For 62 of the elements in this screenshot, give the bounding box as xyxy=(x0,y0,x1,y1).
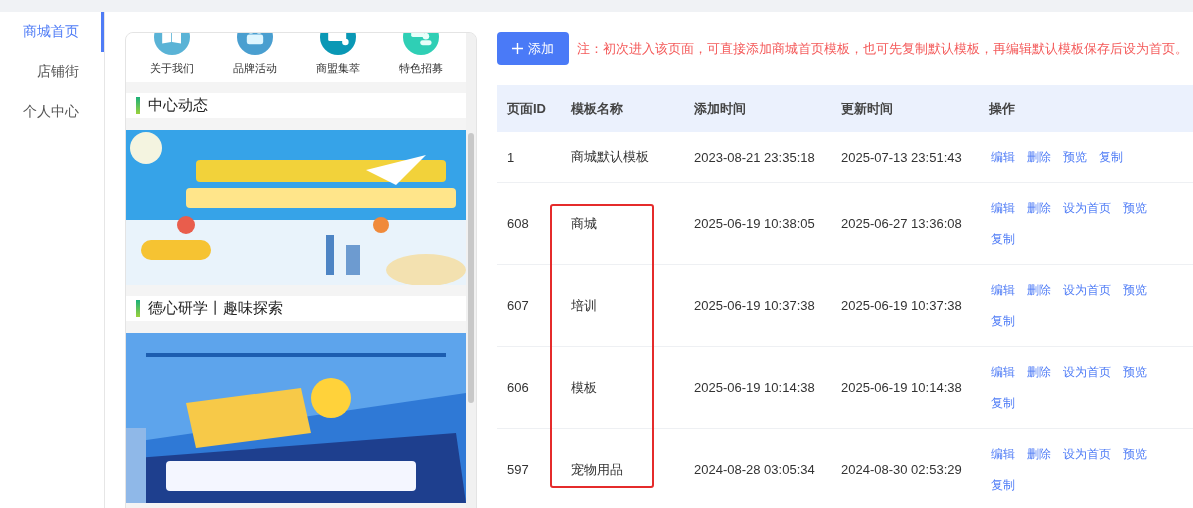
column-header: 操作 xyxy=(988,99,1016,118)
action-link[interactable]: 预览 xyxy=(1123,445,1147,463)
action-link[interactable]: 复制 xyxy=(1099,148,1123,166)
action-link[interactable]: 编辑 xyxy=(991,281,1015,299)
action-link[interactable]: 预览 xyxy=(1123,281,1147,299)
shortcut-label[interactable]: 特色招募 xyxy=(398,61,443,76)
add-button[interactable]: 添加 xyxy=(497,32,569,65)
accent-bar xyxy=(136,97,140,114)
table-cell-text: 2025-06-27 13:36:08 xyxy=(840,216,963,231)
sidebar-item[interactable]: 个人中心 xyxy=(0,92,104,132)
table-cell-text: 606 xyxy=(506,380,530,395)
section-title: 中心动态 xyxy=(148,96,208,115)
action-link[interactable]: 预览 xyxy=(1063,148,1087,166)
action-link[interactable]: 编辑 xyxy=(991,199,1015,217)
shortcut-label[interactable]: 商盟集萃 xyxy=(315,61,360,76)
table-cell-text: 2025-06-19 10:38:05 xyxy=(693,216,816,231)
table-cell-text: 2024-08-28 03:05:34 xyxy=(693,462,816,477)
table-cell-text: 2025-06-19 10:14:38 xyxy=(840,380,963,395)
table-cell-text: 608 xyxy=(506,216,530,231)
action-link[interactable]: 删除 xyxy=(1027,281,1051,299)
table-cell-text: 1 xyxy=(506,149,516,165)
shortcut-label[interactable]: 关于我们 xyxy=(149,61,194,76)
accent-bar xyxy=(136,300,140,317)
table-cell-text: 商城 xyxy=(570,214,598,233)
action-link[interactable]: 删除 xyxy=(1027,199,1051,217)
note-text: 注：初次进入该页面，可直接添加商城首页模板，也可先复制默认模板，再编辑默认模板保存后设为首页。 xyxy=(577,39,1188,58)
shortcut-label[interactable]: 品牌活动 xyxy=(232,61,277,76)
column-header: 添加时间 xyxy=(693,99,747,118)
table-cell-text: 607 xyxy=(506,298,530,313)
action-link[interactable]: 编辑 xyxy=(991,148,1015,166)
column-header: 更新时间 xyxy=(840,99,894,118)
table-cell-text: 宠物用品 xyxy=(570,460,624,479)
action-link[interactable]: 复制 xyxy=(991,394,1015,412)
action-link[interactable]: 编辑 xyxy=(991,445,1015,463)
action-link[interactable]: 删除 xyxy=(1027,148,1051,166)
action-link[interactable]: 设为首页 xyxy=(1063,363,1111,381)
table-cell-text: 2025-07-13 23:51:43 xyxy=(840,149,963,165)
plus-icon xyxy=(512,43,523,54)
table-cell-text: 2023-08-21 23:35:18 xyxy=(693,149,816,165)
table-cell-text: 2025-06-19 10:37:38 xyxy=(693,298,816,313)
table-cell-text: 2024-08-30 02:53:29 xyxy=(840,462,963,477)
table-cell-text: 597 xyxy=(506,462,530,477)
table-cell-text: 商城默认模板 xyxy=(570,148,650,166)
action-link[interactable]: 预览 xyxy=(1123,199,1147,217)
action-link[interactable]: 删除 xyxy=(1027,363,1051,381)
column-header: 模板名称 xyxy=(569,99,624,118)
action-link[interactable]: 设为首页 xyxy=(1063,281,1111,299)
section-title: 德心研学丨趣味探索 xyxy=(148,299,283,318)
table-cell-text: 2025-06-19 10:37:38 xyxy=(840,298,963,313)
action-link[interactable]: 预览 xyxy=(1123,363,1147,381)
action-link[interactable]: 设为首页 xyxy=(1063,445,1111,463)
action-link[interactable]: 复制 xyxy=(991,476,1015,494)
table-cell-text: 2025-06-19 10:14:38 xyxy=(693,380,816,395)
action-link[interactable]: 删除 xyxy=(1027,445,1051,463)
action-link[interactable]: 复制 xyxy=(991,312,1015,330)
action-link[interactable]: 编辑 xyxy=(991,363,1015,381)
action-link[interactable]: 设为首页 xyxy=(1063,199,1111,217)
column-header: 页面ID xyxy=(506,99,547,118)
action-link[interactable]: 复制 xyxy=(991,230,1015,248)
table-cell-text: 模板 xyxy=(570,378,598,397)
sidebar-item[interactable]: 店铺街 xyxy=(0,52,104,92)
table-cell-text: 培训 xyxy=(570,296,598,315)
